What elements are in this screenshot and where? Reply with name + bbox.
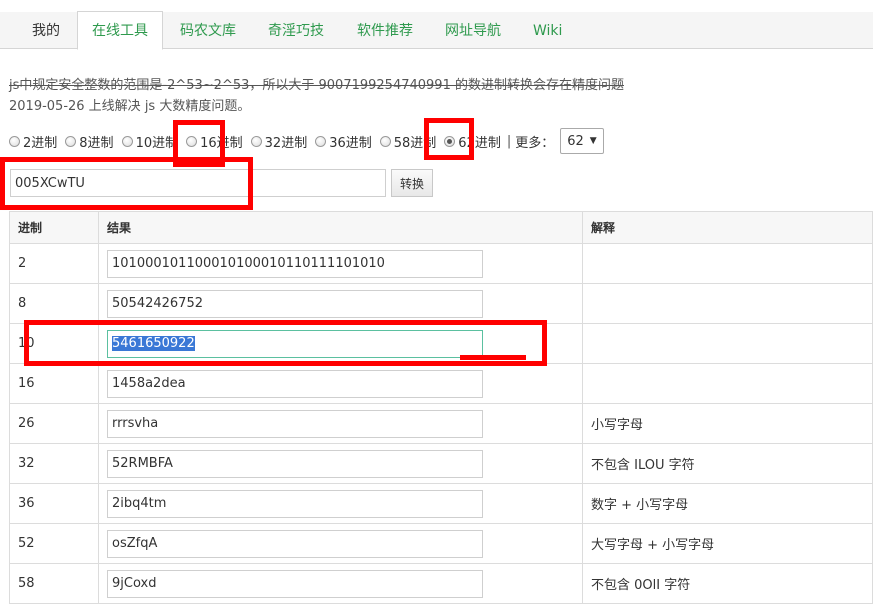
radio-circle-icon[interactable] bbox=[9, 135, 20, 147]
tab-software[interactable]: 软件推荐 bbox=[343, 12, 427, 48]
base-radio-group: 2进制 8进制 10进制 16进制 32进制 36进制 58进制 62进制 | … bbox=[9, 128, 604, 154]
radio-base-32[interactable]: 32进制 bbox=[250, 132, 308, 151]
more-select-value: 62 bbox=[567, 133, 584, 149]
table-row: 26 小写字母 bbox=[9, 403, 873, 444]
row-base: 52 bbox=[9, 523, 99, 564]
top-nav-tabs: 我的 在线工具 码农文库 奇淫巧技 软件推荐 网址导航 Wiki bbox=[0, 11, 873, 50]
row-base: 26 bbox=[9, 403, 99, 444]
radio-circle-icon[interactable] bbox=[315, 135, 327, 147]
radio-base-2[interactable]: 2进制 bbox=[9, 132, 57, 151]
row-base: 32 bbox=[9, 443, 99, 484]
result-field-selected[interactable]: 5461650922 bbox=[107, 329, 483, 358]
more-label: 更多： bbox=[515, 135, 555, 151]
tab-online-tools[interactable]: 在线工具 bbox=[77, 11, 163, 50]
table-row: 2 bbox=[9, 243, 873, 284]
table-row: 8 bbox=[9, 283, 873, 324]
more-base-select[interactable]: 62 ▼ bbox=[560, 128, 604, 154]
radio-base-16[interactable]: 16进制 bbox=[186, 132, 243, 151]
tab-mine[interactable]: 我的 bbox=[18, 12, 74, 48]
table-row: 36 数字 + 小写字母 bbox=[9, 483, 873, 524]
row-result-cell bbox=[98, 483, 583, 524]
result-field[interactable] bbox=[107, 489, 483, 518]
number-input[interactable] bbox=[10, 169, 386, 197]
results-table: 进制 结果 解释 2 8 10 5461650922 16 26 小写字母 32… bbox=[9, 211, 873, 604]
row-base: 16 bbox=[9, 363, 99, 404]
result-field[interactable] bbox=[107, 529, 483, 558]
radio-base-10[interactable]: 10进制 bbox=[121, 132, 179, 151]
tab-wiki[interactable]: Wiki bbox=[519, 12, 576, 48]
radio-label: 32进制 bbox=[264, 135, 308, 151]
row-result-cell bbox=[98, 523, 583, 564]
radio-checked-icon[interactable] bbox=[444, 135, 456, 147]
row-base: 36 bbox=[9, 483, 99, 524]
radio-base-58[interactable]: 58进制 bbox=[379, 132, 437, 151]
row-result-cell bbox=[98, 403, 583, 444]
row-result-cell bbox=[98, 563, 583, 604]
table-row: 10 5461650922 bbox=[9, 323, 873, 364]
precision-warning: js中规定安全整数的范围是-2^53~2^53，所以大于 90071992547… bbox=[9, 78, 624, 93]
radio-label: 62进制 bbox=[458, 135, 501, 151]
row-base: 58 bbox=[9, 563, 99, 604]
result-field[interactable] bbox=[107, 369, 483, 398]
convert-button[interactable]: 转换 bbox=[391, 169, 433, 197]
row-note: 不包含 0OlI 字符 bbox=[582, 563, 873, 604]
row-result-cell: 5461650922 bbox=[98, 323, 583, 364]
row-note bbox=[582, 323, 873, 364]
update-note: 2019-05-26 上线解决 js 大数精度问题。 bbox=[9, 99, 251, 114]
table-row: 58 不包含 0OlI 字符 bbox=[9, 563, 873, 604]
row-note: 不包含 ILOU 字符 bbox=[582, 443, 873, 484]
radio-base-8[interactable]: 8进制 bbox=[65, 132, 114, 151]
table-row: 52 大写字母 + 小写字母 bbox=[9, 523, 873, 564]
result-field[interactable] bbox=[107, 449, 483, 478]
radio-base-36[interactable]: 36进制 bbox=[315, 132, 372, 151]
radio-circle-icon[interactable] bbox=[186, 135, 198, 147]
header-result: 结果 bbox=[98, 211, 583, 244]
table-row: 32 不包含 ILOU 字符 bbox=[9, 443, 873, 484]
row-result-cell bbox=[98, 443, 583, 484]
radio-circle-icon[interactable] bbox=[65, 135, 77, 147]
radio-label: 10进制 bbox=[135, 135, 179, 151]
tab-coder-library[interactable]: 码农文库 bbox=[166, 12, 250, 48]
radio-circle-icon[interactable] bbox=[379, 135, 391, 147]
radio-circle-icon[interactable] bbox=[121, 135, 133, 147]
header-base: 进制 bbox=[9, 211, 99, 244]
radio-label: 36进制 bbox=[329, 135, 372, 151]
tab-nav[interactable]: 网址导航 bbox=[431, 12, 515, 48]
row-result-cell bbox=[98, 363, 583, 404]
row-result-cell bbox=[98, 243, 583, 284]
header-note: 解释 bbox=[582, 211, 873, 244]
selected-text: 5461650922 bbox=[112, 336, 195, 351]
radio-label: 8进制 bbox=[79, 135, 114, 151]
table-row: 16 bbox=[9, 363, 873, 404]
tab-tricks[interactable]: 奇淫巧技 bbox=[254, 12, 338, 48]
radio-label: 16进制 bbox=[200, 135, 243, 151]
row-base: 2 bbox=[9, 243, 99, 284]
row-note: 数字 + 小写字母 bbox=[582, 483, 873, 524]
row-base: 10 bbox=[9, 323, 99, 364]
result-field[interactable] bbox=[107, 569, 483, 598]
row-base: 8 bbox=[9, 283, 99, 324]
row-note bbox=[582, 283, 873, 324]
row-note: 小写字母 bbox=[582, 403, 873, 444]
radio-label: 58进制 bbox=[393, 135, 437, 151]
divider: | bbox=[506, 133, 512, 149]
dropdown-arrow-icon: ▼ bbox=[589, 136, 597, 146]
row-note bbox=[582, 363, 873, 404]
result-field[interactable] bbox=[107, 409, 483, 438]
result-field[interactable] bbox=[107, 289, 483, 318]
table-header-row: 进制 结果 解释 bbox=[9, 211, 873, 244]
radio-circle-icon[interactable] bbox=[250, 135, 262, 147]
result-field[interactable] bbox=[107, 249, 483, 278]
radio-base-62[interactable]: 62进制 bbox=[444, 132, 501, 151]
radio-label: 2进制 bbox=[23, 135, 58, 151]
row-note: 大写字母 + 小写字母 bbox=[582, 523, 873, 564]
row-result-cell bbox=[98, 283, 583, 324]
row-note bbox=[582, 243, 873, 284]
